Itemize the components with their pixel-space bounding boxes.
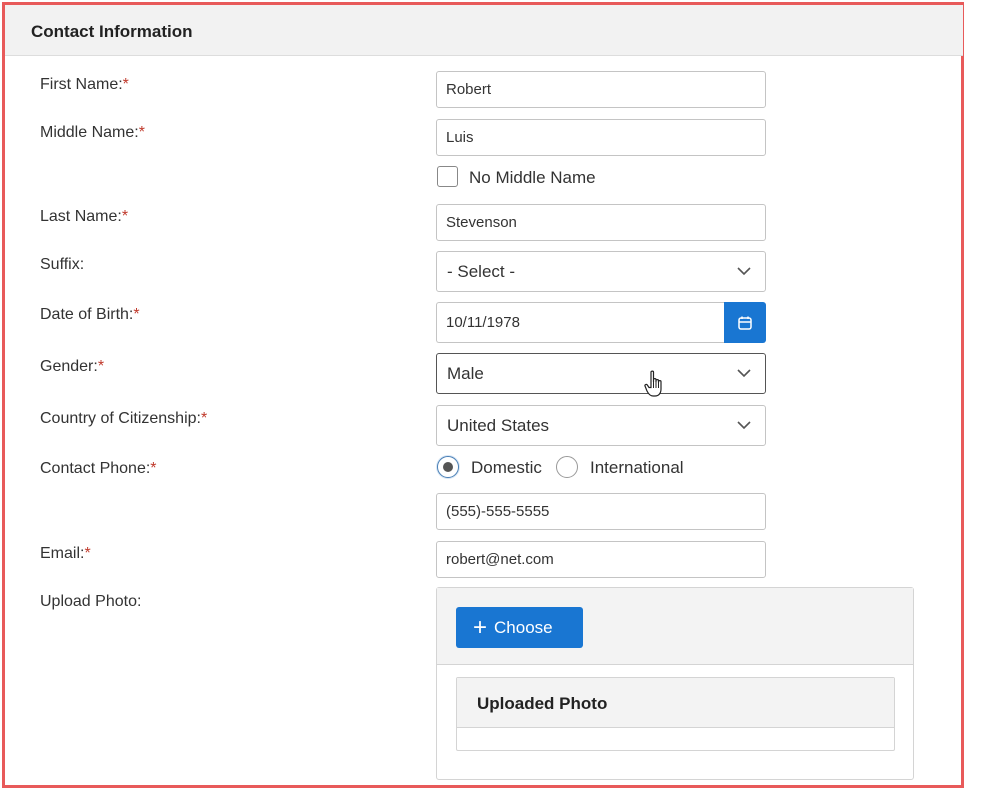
upload-toolbar: + Choose [437, 588, 913, 665]
upload-photo-label: Upload Photo: [40, 593, 142, 610]
citizenship-value: United States [447, 416, 550, 435]
last-name-input[interactable]: Stevenson [436, 204, 766, 241]
contact-phone-label: Contact Phone:* [40, 460, 157, 477]
no-middle-name-checkbox[interactable] [437, 166, 458, 187]
gender-value: Male [447, 364, 484, 383]
phone-input[interactable]: (555)-555-5555 [436, 493, 766, 530]
domestic-radio[interactable] [437, 456, 459, 478]
email-input[interactable]: robert@net.com [436, 541, 766, 578]
dob-label: Date of Birth:* [40, 306, 140, 323]
choose-button-label: Choose [494, 617, 553, 637]
citizenship-label: Country of Citizenship:* [40, 410, 208, 427]
uploaded-photo-panel: Uploaded Photo [456, 677, 895, 751]
photo-upload: + Choose Uploaded Photo [436, 587, 914, 780]
uploaded-photo-header: Uploaded Photo [457, 678, 894, 728]
panel-header: Contact Information [5, 5, 963, 56]
hand-cursor-icon [644, 370, 662, 397]
calendar-button[interactable] [724, 302, 766, 343]
citizenship-select[interactable]: United States [436, 405, 766, 446]
dob-input[interactable]: 10/11/1978 [436, 302, 724, 343]
chevron-down-icon [737, 369, 751, 378]
gender-label: Gender:* [40, 358, 105, 375]
international-radio-label[interactable]: International [590, 458, 684, 478]
chevron-down-icon [737, 267, 751, 276]
choose-button[interactable]: + Choose [456, 607, 583, 648]
suffix-label: Suffix: [40, 256, 85, 273]
plus-icon: + [473, 613, 488, 641]
suffix-value: - Select - [447, 262, 516, 281]
panel-title: Contact Information [31, 22, 193, 41]
calendar-icon [738, 316, 752, 330]
last-name-label: Last Name:* [40, 208, 129, 225]
international-radio[interactable] [556, 456, 578, 478]
chevron-down-icon [737, 421, 751, 430]
domestic-radio-label[interactable]: Domestic [471, 458, 542, 478]
middle-name-label: Middle Name:* [40, 124, 145, 141]
middle-name-input[interactable]: Luis [436, 119, 766, 156]
gender-select[interactable]: Male [436, 353, 766, 394]
uploaded-photo-title: Uploaded Photo [477, 694, 608, 713]
email-label: Email:* [40, 545, 91, 562]
no-middle-name-label[interactable]: No Middle Name [469, 168, 596, 188]
first-name-input[interactable]: Robert [436, 71, 766, 108]
first-name-label: First Name:* [40, 76, 129, 93]
suffix-select[interactable]: - Select - [436, 251, 766, 292]
